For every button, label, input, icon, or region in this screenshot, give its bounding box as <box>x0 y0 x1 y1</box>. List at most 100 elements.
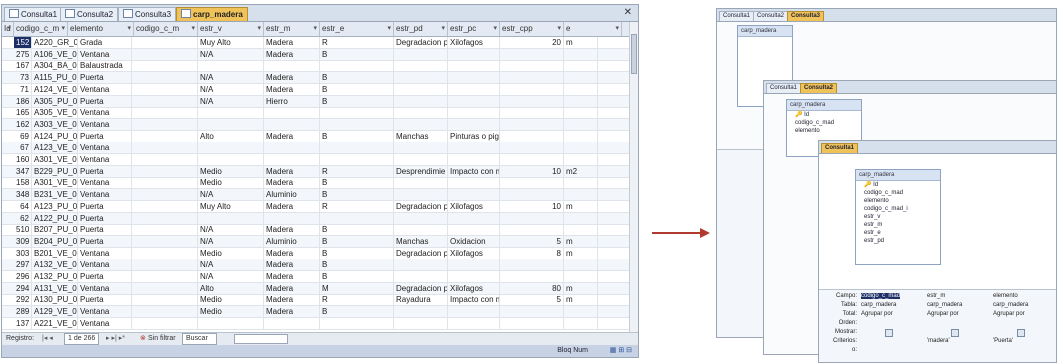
table-cell[interactable] <box>198 317 264 329</box>
column-header-5[interactable]: estr_m ▾ <box>264 22 320 36</box>
table-cell[interactable]: Medio <box>198 247 264 259</box>
table-row[interactable]: 152 A220_GR_01 Grada Muy Alto Madera R Degrada… <box>2 37 630 49</box>
vertical-scrollbar[interactable] <box>629 22 638 340</box>
table-cell[interactable]: Ventana <box>78 282 132 294</box>
table-cell[interactable]: 162 <box>14 118 32 130</box>
table-cell[interactable] <box>564 60 598 72</box>
table-cell[interactable]: Balaustrada <box>78 60 132 72</box>
table-cell[interactable]: A122_PU_01 <box>32 212 78 224</box>
grid-tabla[interactable]: carp_madera <box>861 302 896 308</box>
grid-criterios[interactable]: 'Puerta' <box>993 338 1013 344</box>
table-cell[interactable] <box>564 154 598 165</box>
table-cell[interactable]: Ventana <box>78 247 132 259</box>
table-cell[interactable] <box>320 317 394 329</box>
table-cell[interactable] <box>564 95 598 107</box>
field-item[interactable]: codigo_c_mad <box>856 189 940 197</box>
table-cell[interactable]: A305_VE_03 <box>32 107 78 119</box>
table-row[interactable]: 69 A124_PU_02 Puerta Alto Madera B Manchas Pint… <box>2 130 630 143</box>
table-cell[interactable]: A301_VE_03 <box>32 154 78 165</box>
table-cell[interactable]: A220_GR_01 <box>32 37 78 48</box>
table-row[interactable]: 292 A130_PU_02 Puerta Medio Madera R Rayadura I… <box>2 294 630 307</box>
table-cell[interactable]: Muy Alto <box>198 200 264 212</box>
table-cell[interactable] <box>564 271 598 282</box>
column-header-1[interactable]: codigo_c_m ▾ <box>14 22 68 36</box>
table-cell[interactable] <box>264 107 320 119</box>
table-cell[interactable] <box>132 306 198 318</box>
table-cell[interactable]: Xilofagos <box>448 200 500 212</box>
table-cell[interactable] <box>394 212 448 224</box>
table-cell[interactable] <box>500 48 564 60</box>
table-cell[interactable]: 309 <box>14 235 32 247</box>
table-cell[interactable] <box>132 259 198 271</box>
table-cell[interactable] <box>394 72 448 84</box>
query-tab[interactable]: Consulta3 <box>787 11 825 21</box>
filter-status[interactable]: Sin filtrar <box>148 333 176 345</box>
table-cell[interactable] <box>500 271 564 282</box>
table-cell[interactable]: Aluminio <box>264 189 320 201</box>
table-cell[interactable]: B204_PU_01 <box>32 235 78 247</box>
table-cell[interactable] <box>564 224 598 236</box>
chevron-down-icon[interactable]: ▾ <box>557 22 561 36</box>
table-cell[interactable]: 62 <box>14 212 32 224</box>
next-record-icon[interactable]: ▸ ▸| ▸* <box>106 333 125 345</box>
table-row[interactable]: 71 A124_VE_01 Ventana N/A Madera B <box>2 83 630 96</box>
table-cell[interactable]: B <box>320 95 394 107</box>
table-cell[interactable]: B <box>320 306 394 318</box>
table-cell[interactable] <box>132 271 198 282</box>
table-cell[interactable]: B <box>320 177 394 189</box>
table-cell[interactable] <box>132 189 198 201</box>
table-cell[interactable]: B <box>320 130 394 142</box>
table-cell[interactable]: Madera <box>264 83 320 95</box>
table-cell[interactable]: B <box>320 235 394 247</box>
table-cell[interactable]: 5 <box>500 294 564 306</box>
table-row[interactable]: 347 B229_PU_04 Puerta Medio Madera R Desprendi… <box>2 165 630 178</box>
table-cell[interactable]: m <box>564 235 598 247</box>
tab-consulta2[interactable]: Consulta2 <box>60 7 119 21</box>
table-cell[interactable] <box>564 83 598 95</box>
table-cell[interactable] <box>448 118 500 130</box>
tab-consulta1[interactable]: Consulta1 <box>4 7 63 21</box>
table-row[interactable]: 73 A115_PU_01 Puerta N/A Madera B <box>2 72 630 85</box>
table-cell[interactable]: A304_BA_01 <box>32 60 78 72</box>
table-cell[interactable]: 275 <box>14 48 32 60</box>
table-cell[interactable]: Muy Alto <box>198 37 264 48</box>
column-header-2[interactable]: elemento ▾ <box>68 22 134 36</box>
table-cell[interactable]: N/A <box>198 235 264 247</box>
table-cell[interactable] <box>132 177 198 189</box>
table-cell[interactable] <box>394 95 448 107</box>
grid-tabla[interactable]: carp_madera <box>993 302 1028 308</box>
table-cell[interactable]: B207_PU_01 <box>32 224 78 236</box>
table-cell[interactable] <box>448 60 500 72</box>
field-item[interactable]: codigo_c_mad_i <box>856 205 940 213</box>
table-cell[interactable] <box>198 154 264 165</box>
column-header-8[interactable]: estr_pc ▾ <box>448 22 500 36</box>
table-cell[interactable] <box>198 60 264 72</box>
table-row[interactable]: 303 B201_VE_01 Ventana Medio Madera B Degradac… <box>2 247 630 260</box>
table-cell[interactable] <box>448 271 500 282</box>
table-cell[interactable] <box>564 189 598 201</box>
table-cell[interactable]: Madera <box>264 37 320 48</box>
table-cell[interactable]: 73 <box>14 72 32 84</box>
table-cell[interactable] <box>394 177 448 189</box>
field-item[interactable]: estr_m <box>856 221 940 229</box>
table-cell[interactable] <box>198 107 264 119</box>
table-cell[interactable]: M <box>320 282 394 294</box>
table-cell[interactable] <box>394 142 448 154</box>
table-cell[interactable] <box>564 317 598 329</box>
grid-campo[interactable]: codigo_c_mad <box>861 293 901 299</box>
table-cell[interactable]: N/A <box>198 95 264 107</box>
table-cell[interactable] <box>500 118 564 130</box>
table-cell[interactable] <box>132 107 198 119</box>
table-cell[interactable] <box>448 306 500 318</box>
table-cell[interactable]: Desprendimie <box>394 165 448 177</box>
table-cell[interactable]: 289 <box>14 306 32 318</box>
table-row[interactable]: 62 A122_PU_01 Puerta <box>2 212 630 225</box>
table-cell[interactable]: A123_VE_03 <box>32 142 78 154</box>
table-cell[interactable]: A123_PU_02 <box>32 200 78 212</box>
table-row[interactable]: 186 A305_PU_01 Puerta N/A Hierro B <box>2 95 630 108</box>
table-cell[interactable] <box>264 142 320 154</box>
table-cell[interactable]: Degradacion p <box>394 282 448 294</box>
chevron-down-icon[interactable]: ▾ <box>7 22 11 36</box>
table-cell[interactable] <box>132 48 198 60</box>
table-cell[interactable] <box>394 306 448 318</box>
